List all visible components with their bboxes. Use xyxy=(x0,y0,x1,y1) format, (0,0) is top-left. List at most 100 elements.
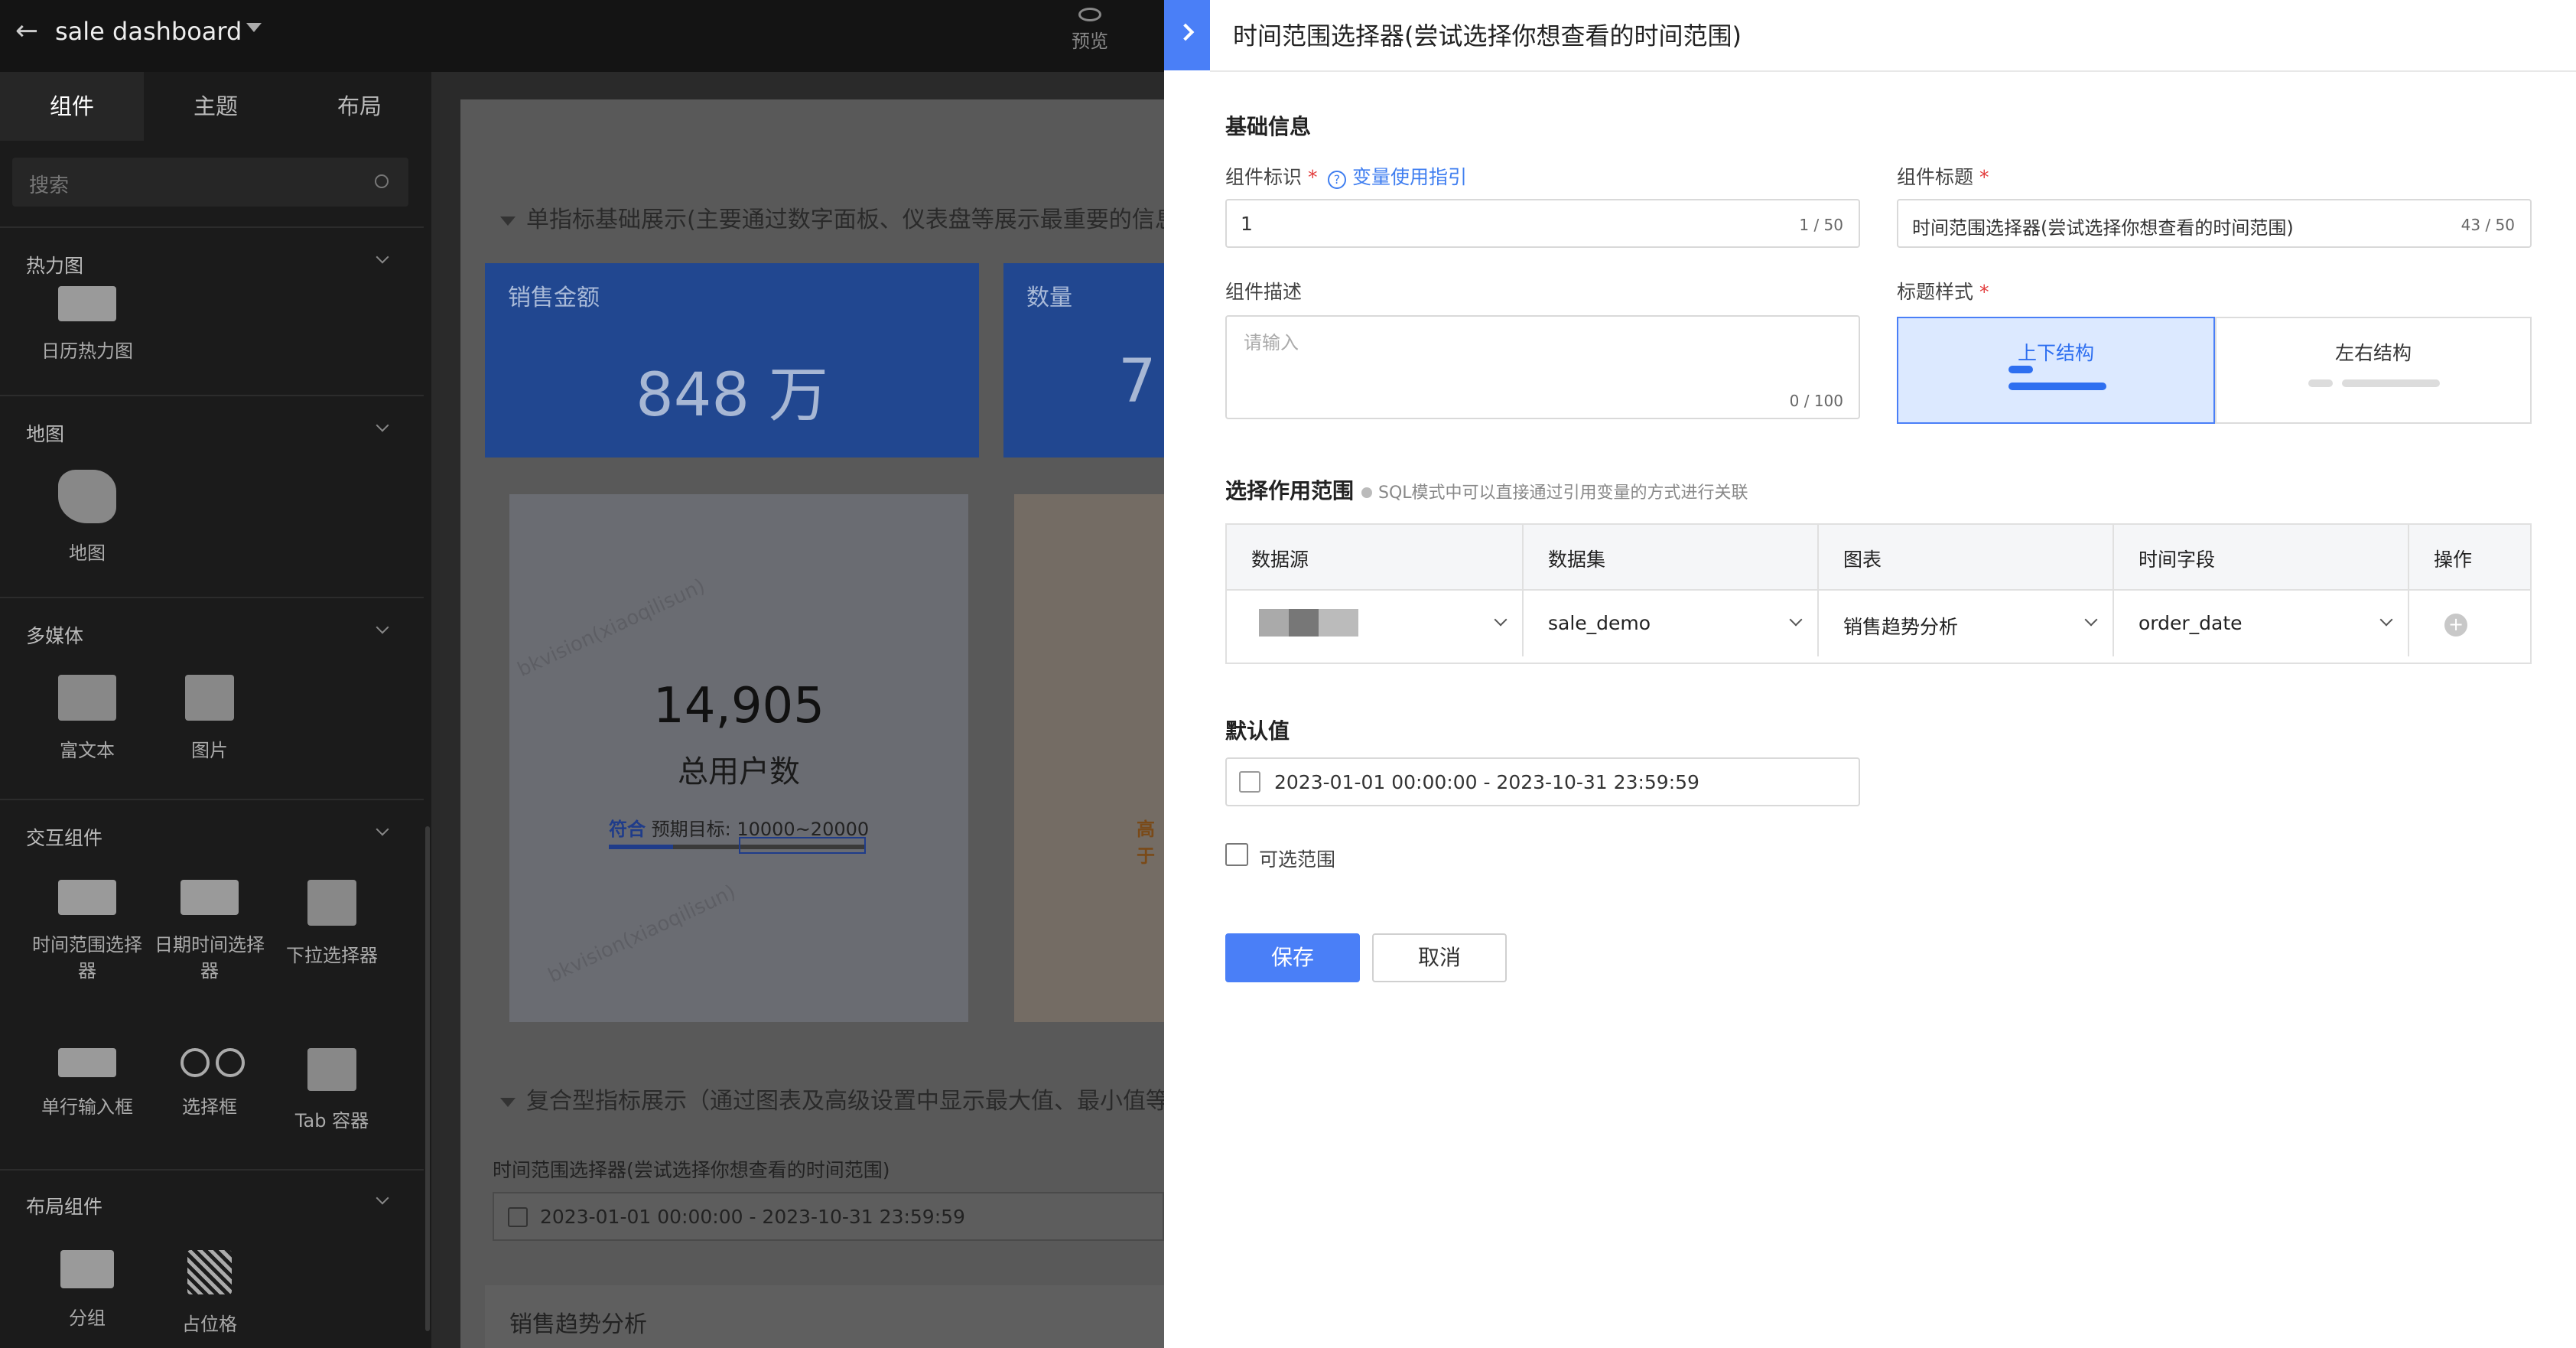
description-textarea[interactable]: 请输入 0 / 100 xyxy=(1225,315,1860,419)
save-button[interactable]: 保存 xyxy=(1225,933,1360,982)
search-placeholder: 搜索 xyxy=(29,174,70,197)
scope-table: 数据源 数据集 图表 时间字段 操作 sale_demo 销售趋势分析 orde… xyxy=(1225,523,2532,664)
datasource-select[interactable] xyxy=(1227,591,1524,656)
component-label: 单行输入框 xyxy=(41,1096,133,1118)
search-input[interactable]: 搜索 xyxy=(12,158,408,207)
label-text: 组件标题 xyxy=(1897,166,1974,188)
optional-range-checkbox[interactable] xyxy=(1225,843,1248,866)
section-title: 多媒体 xyxy=(26,625,84,647)
kpi-quantity[interactable]: 数量 7 xyxy=(1003,263,1164,457)
component-calendar-heatmap[interactable]: 日历热力图 xyxy=(26,286,148,364)
chart-card[interactable]: 销售趋势分析 xyxy=(485,1285,1164,1348)
second-card[interactable]: 高于 xyxy=(1014,494,1164,1022)
component-placeholder[interactable]: 占位格 xyxy=(148,1250,271,1337)
arrow-left-icon[interactable]: ← xyxy=(15,15,38,47)
rich-text-icon xyxy=(58,675,116,721)
variable-guide-link[interactable]: ? 变量使用指引 xyxy=(1328,162,1467,190)
user-count-card[interactable]: 14,905 总用户数 符合 预期目标: 10000~20000 bkvisio… xyxy=(509,494,968,1022)
board-section-header[interactable]: 复合型指标展示（通过图表及高级设置中显示最大值、最小值等选项 xyxy=(500,1082,1164,1115)
text-input-icon xyxy=(58,1048,116,1077)
radio-icon xyxy=(181,1048,245,1077)
label-text: 组件标识 xyxy=(1225,166,1303,188)
tab-theme[interactable]: 主题 xyxy=(144,72,288,141)
redacted-value xyxy=(1259,609,1358,637)
header-text: 图表 xyxy=(1843,549,1882,571)
section-interaction-header[interactable]: 交互组件 xyxy=(0,817,424,851)
placeholder-icon xyxy=(187,1250,232,1294)
dataset-select[interactable]: sale_demo xyxy=(1524,591,1819,656)
caret-down-icon xyxy=(500,1097,516,1107)
component-title-input[interactable]: 时间范围选择器(尝试选择你想查看的时间范围) 43 / 50 xyxy=(1897,199,2532,248)
component-map[interactable]: 地图 xyxy=(26,470,148,566)
input-value: 时间范围选择器(尝试选择你想查看的时间范围) xyxy=(1912,217,2294,239)
table-header-cell: 数据集 xyxy=(1524,525,1819,591)
section-title: 交互组件 xyxy=(26,827,103,849)
board-section-header[interactable]: 单指标基础展示(主要通过数字面板、仪表盘等展示最重要的信息) xyxy=(500,200,1164,234)
component-single-line-input[interactable]: 单行输入框 xyxy=(26,1048,148,1120)
required-mark: * xyxy=(1979,281,1989,303)
chart-select[interactable]: 销售趋势分析 xyxy=(1819,591,2114,656)
table-header-cell: 图表 xyxy=(1819,525,2114,591)
preview-label: 预览 xyxy=(1072,31,1108,52)
style-option-horizontal[interactable]: 左右结构 xyxy=(2215,317,2532,424)
component-group[interactable]: 分组 xyxy=(26,1250,148,1331)
component-label: 图片 xyxy=(191,740,228,761)
tab-layout[interactable]: 布局 xyxy=(288,72,431,141)
component-radio-select[interactable]: 选择框 xyxy=(148,1048,271,1120)
chevron-right-icon xyxy=(1176,23,1195,41)
count-current: 1 xyxy=(1799,216,1810,234)
component-time-range-picker[interactable]: 时间范围选择器 xyxy=(26,880,148,984)
section-heatmap-header[interactable]: 热力图 xyxy=(0,245,424,278)
china-map-icon xyxy=(58,470,116,523)
watermark: bkvision(xiaoqilisun) xyxy=(545,881,740,988)
chevron-down-icon xyxy=(1494,613,1508,627)
style-option-vertical[interactable]: 上下结构 xyxy=(1897,317,2215,424)
caret-down-icon[interactable] xyxy=(246,23,262,32)
eye-icon xyxy=(1078,8,1101,21)
drawer-collapse-button[interactable] xyxy=(1164,0,1210,70)
component-label: 地图 xyxy=(69,542,106,564)
add-row-icon[interactable]: + xyxy=(2444,614,2467,637)
tab-components[interactable]: 组件 xyxy=(0,72,144,141)
component-label: 富文本 xyxy=(60,740,115,761)
style-preview-bar xyxy=(2308,379,2333,387)
board-date-picker[interactable]: 2023-01-01 00:00:00 - 2023-10-31 23:59:5… xyxy=(493,1192,1164,1241)
cancel-button[interactable]: 取消 xyxy=(1372,933,1507,982)
time-field-select[interactable]: order_date xyxy=(2114,591,2409,656)
required-mark: * xyxy=(1307,166,1318,188)
placeholder-text: 请输入 xyxy=(1244,332,1299,353)
component-datetime-picker[interactable]: 日期时间选择器 xyxy=(148,880,271,984)
preview-button[interactable]: 预览 xyxy=(1069,8,1111,53)
table-header-cell: 数据源 xyxy=(1227,525,1524,591)
sidebar-scrollbar[interactable] xyxy=(425,826,430,1331)
component-dropdown-selector[interactable]: 下拉选择器 xyxy=(271,880,393,969)
select-value: order_date xyxy=(2139,612,2243,634)
header-text: 数据源 xyxy=(1251,549,1309,571)
board-date-label: 时间范围选择器(尝试选择你想查看的时间范围) xyxy=(493,1159,890,1181)
default-date-range-picker[interactable]: 2023-01-01 00:00:00 - 2023-10-31 23:59:5… xyxy=(1225,757,1860,806)
component-tab-container[interactable]: Tab 容器 xyxy=(271,1048,393,1134)
dashboard-title[interactable]: sale dashboard xyxy=(55,17,242,46)
basic-info-heading: 基础信息 xyxy=(1225,114,1312,139)
section-map-header[interactable]: 地图 xyxy=(0,413,424,447)
section-layout-header[interactable]: 布局组件 xyxy=(0,1186,424,1219)
divider xyxy=(0,395,424,396)
component-rich-text[interactable]: 富文本 xyxy=(26,675,148,764)
input-value: 1 xyxy=(1241,213,1253,235)
chart-title: 销售趋势分析 xyxy=(509,1311,647,1338)
kpi-sales-amount[interactable]: 销售金额 848 万 xyxy=(485,263,979,457)
hint-text: SQL模式中可以直接通过引用变量的方式进行关联 xyxy=(1378,484,1748,503)
divider xyxy=(0,799,424,800)
progress-fill xyxy=(609,845,673,849)
component-id-input[interactable]: 1 1 / 50 xyxy=(1225,199,1860,248)
divider xyxy=(0,1169,424,1171)
progress-bar xyxy=(609,837,866,854)
section-media-header[interactable]: 多媒体 xyxy=(0,615,424,649)
status-text: 符合 xyxy=(609,819,646,840)
kpi-label: 销售金额 xyxy=(508,285,600,311)
optional-range-label[interactable]: 可选范围 xyxy=(1259,845,1335,872)
char-counter: 0 / 100 xyxy=(1789,392,1843,410)
component-image[interactable]: 图片 xyxy=(148,675,271,764)
time-range-icon xyxy=(58,880,116,915)
count-max: 50 xyxy=(1823,216,1843,234)
